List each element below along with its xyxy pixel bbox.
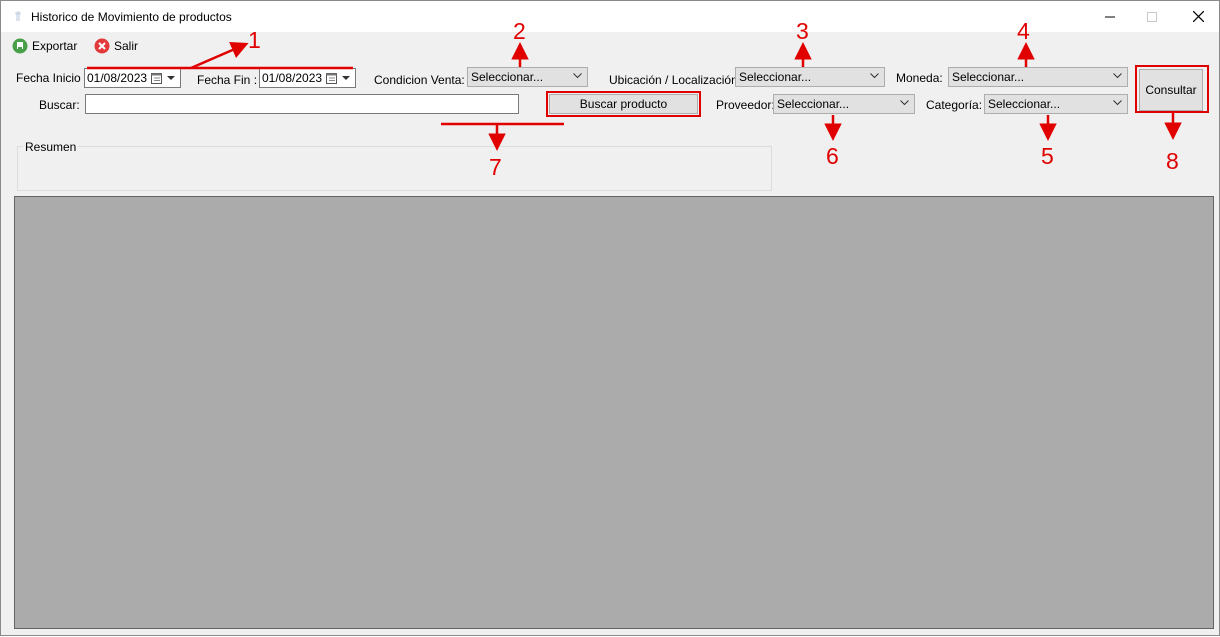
annotation-5: 5: [1041, 143, 1054, 169]
annotation-7: 7: [489, 154, 502, 180]
arrow-1: [190, 41, 249, 70]
annotation-2: 2: [513, 18, 526, 44]
annotation-8: 8: [1166, 148, 1179, 174]
annotation-1: 1: [248, 27, 261, 53]
annotation-overlay: [87, 41, 1182, 151]
annotation-4: 4: [1017, 18, 1030, 44]
main-window: Historico de Movimiento de productos Exp…: [0, 0, 1220, 636]
annotation-3: 3: [796, 18, 809, 44]
annotation-6: 6: [826, 143, 839, 169]
